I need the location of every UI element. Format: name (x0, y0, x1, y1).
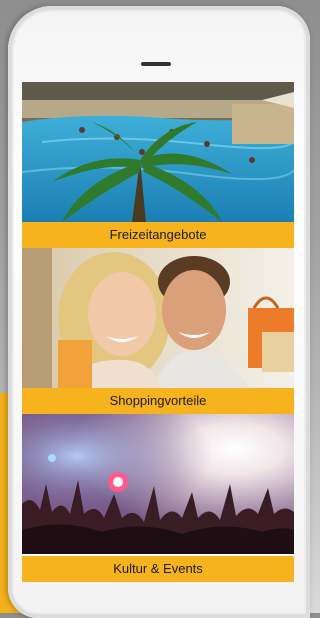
tile-label: Kultur & Events (22, 556, 294, 582)
phone-screen: Freizeitangebote Shoppingvorteile Kultur… (22, 82, 294, 582)
pool-resort-photo (22, 82, 294, 222)
phone-mockup: Freizeitangebote Shoppingvorteile Kultur… (8, 6, 310, 618)
phone-speaker (141, 62, 171, 66)
tile-freizeitangebote[interactable]: Freizeitangebote (22, 82, 294, 248)
concert-crowd-photo (22, 414, 294, 554)
shopping-couple-photo (22, 248, 294, 388)
tile-label: Freizeitangebote (22, 222, 294, 248)
tile-shoppingvorteile[interactable]: Shoppingvorteile (22, 248, 294, 414)
tile-kultur-events[interactable]: Kultur & Events (22, 414, 294, 582)
tile-label: Shoppingvorteile (22, 388, 294, 414)
